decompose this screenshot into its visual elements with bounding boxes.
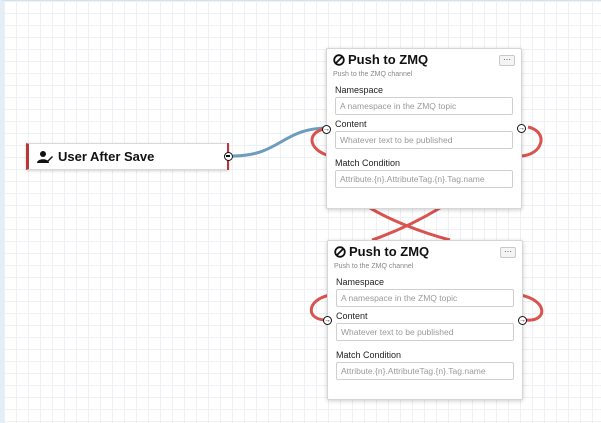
action-output-port[interactable]: → [518, 316, 527, 325]
trigger-output-port[interactable] [224, 152, 233, 161]
action-subtitle: Push to the ZMQ channel [334, 263, 414, 270]
namespace-field: Namespace A namespace in the ZMQ topic [328, 277, 522, 307]
match-condition-label: Match Condition [335, 158, 401, 168]
content-label: Content [335, 119, 367, 129]
action-node-push-to-zmq-2[interactable]: Push to ZMQ ··· Push to the ZMQ channel … [323, 240, 527, 400]
match-condition-input[interactable]: Attribute.{n}.AttributeTag.{n}.Tag.name [336, 362, 514, 380]
namespace-label: Namespace [336, 277, 385, 287]
match-condition-label: Match Condition [336, 350, 402, 360]
action-node-header: Push to ZMQ ··· [328, 241, 522, 262]
match-condition-field: Match Condition Attribute.{n}.AttributeT… [327, 158, 521, 188]
node-menu-button[interactable]: ··· [499, 55, 515, 66]
trigger-node-user-after-save[interactable]: User After Save [26, 143, 233, 170]
ban-icon [333, 53, 345, 66]
action-title: Push to ZMQ [348, 52, 429, 67]
namespace-input[interactable]: A namespace in the ZMQ topic [336, 289, 514, 307]
content-field: Content Whatever text to be published [328, 311, 522, 341]
content-field: Content Whatever text to be published [327, 119, 521, 149]
namespace-label: Namespace [335, 85, 384, 95]
content-label: Content [336, 311, 368, 321]
content-input[interactable]: Whatever text to be published [336, 323, 514, 341]
action-input-port[interactable]: → [322, 125, 331, 134]
action-node-push-to-zmq-1[interactable]: Push to ZMQ ··· Push to the ZMQ channel … [322, 48, 526, 209]
action-subtitle: Push to the ZMQ channel [333, 71, 413, 78]
action-input-port[interactable]: → [323, 316, 332, 325]
action-title: Push to ZMQ [349, 244, 430, 259]
namespace-input[interactable]: A namespace in the ZMQ topic [335, 97, 513, 115]
user-edit-icon [37, 150, 53, 163]
trigger-title: User After Save [58, 149, 155, 164]
node-menu-button[interactable]: ··· [500, 247, 516, 258]
match-condition-field: Match Condition Attribute.{n}.AttributeT… [328, 350, 522, 380]
action-node-header: Push to ZMQ ··· [327, 49, 521, 70]
ban-icon [334, 245, 346, 258]
action-output-port[interactable]: → [517, 124, 526, 133]
match-condition-input[interactable]: Attribute.{n}.AttributeTag.{n}.Tag.name [335, 170, 513, 188]
namespace-field: Namespace A namespace in the ZMQ topic [327, 85, 521, 115]
content-input[interactable]: Whatever text to be published [335, 131, 513, 149]
